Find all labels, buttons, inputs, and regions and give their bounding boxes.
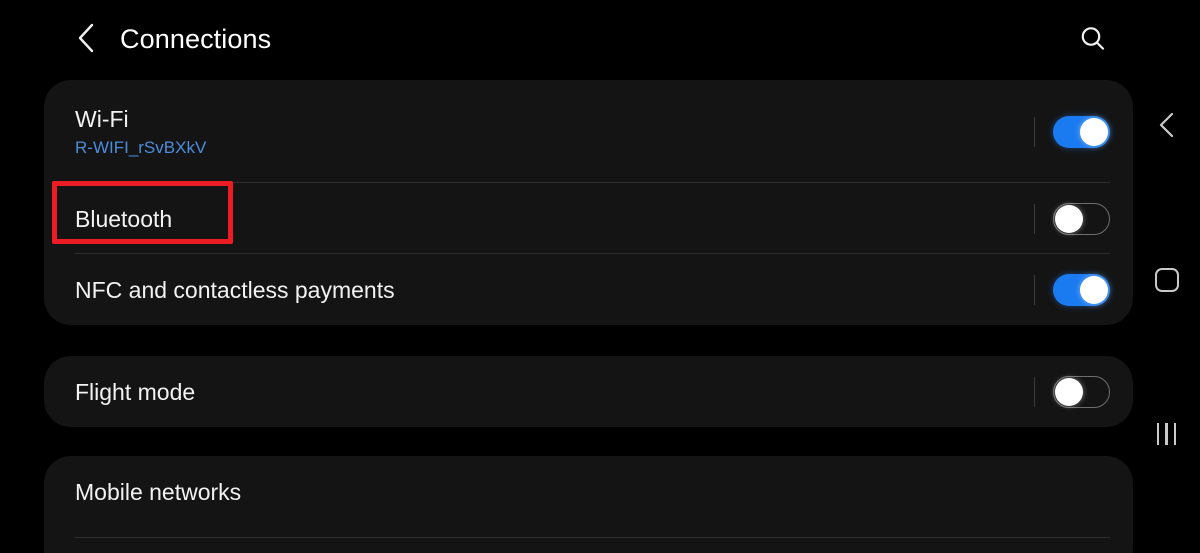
search-icon	[1081, 27, 1105, 50]
home-square-icon	[1154, 268, 1179, 292]
search-button[interactable]	[1075, 21, 1111, 57]
settings-row-nfc[interactable]: NFC and contactless payments	[44, 254, 1133, 325]
flight-mode-toggle[interactable]	[1053, 375, 1110, 408]
flight-mode-labels: Flight mode	[75, 356, 195, 427]
mobile-networks-labels: Mobile networks	[75, 456, 241, 527]
settings-row-bluetooth[interactable]: Bluetooth	[44, 183, 1133, 254]
wifi-labels: Wi-Fi R-WIFI_rSvBXkV	[75, 80, 206, 183]
settings-row-mobile-networks[interactable]: Mobile networks	[44, 456, 1133, 538]
bluetooth-labels: Bluetooth	[75, 183, 172, 254]
bluetooth-toggle[interactable]	[1053, 202, 1110, 235]
recents-bars-icon	[1156, 423, 1177, 445]
nfc-toggle-area	[1034, 254, 1110, 325]
chevron-left-icon	[78, 23, 94, 53]
wifi-toggle[interactable]	[1053, 115, 1110, 148]
toggle-knob	[1080, 117, 1108, 146]
nav-back-button[interactable]	[1133, 102, 1200, 148]
toggle-knob	[1080, 275, 1108, 304]
connections-settings-screen: Connections Wi-Fi R-WIFI_rSvBXkV Bluetoo…	[0, 0, 1200, 553]
vertical-separator	[1034, 203, 1035, 234]
bluetooth-toggle-area	[1034, 183, 1110, 254]
flight-mode-label: Flight mode	[75, 378, 196, 405]
wifi-label: Wi-Fi	[75, 106, 129, 132]
nfc-toggle[interactable]	[1053, 273, 1110, 306]
nav-recents-button[interactable]	[1133, 411, 1200, 457]
nfc-labels: NFC and contactless payments	[75, 254, 395, 325]
vertical-separator	[1034, 274, 1035, 305]
back-button[interactable]	[68, 20, 104, 56]
flight-mode-toggle-area	[1034, 356, 1110, 427]
page-title: Connections	[120, 24, 272, 54]
nav-home-button[interactable]	[1133, 257, 1200, 303]
toggle-knob	[1055, 204, 1083, 233]
row-divider	[75, 537, 1110, 538]
wifi-toggle-area	[1034, 80, 1110, 183]
primary-connections-card: Wi-Fi R-WIFI_rSvBXkV Bluetooth NFC and c…	[44, 80, 1133, 325]
mobile-networks-card: Mobile networks	[44, 456, 1133, 553]
wifi-ssid: R-WIFI_rSvBXkV	[75, 138, 207, 157]
mobile-networks-label: Mobile networks	[75, 478, 242, 505]
bluetooth-label: Bluetooth	[75, 205, 173, 232]
system-navigation-bar	[1133, 0, 1200, 553]
settings-row-flight-mode[interactable]: Flight mode	[44, 356, 1133, 427]
toggle-knob	[1055, 377, 1083, 406]
chevron-left-icon	[1159, 112, 1173, 138]
flight-mode-card: Flight mode	[44, 356, 1133, 427]
app-header: Connections	[0, 0, 1200, 80]
vertical-separator	[1034, 376, 1035, 407]
settings-row-wifi[interactable]: Wi-Fi R-WIFI_rSvBXkV	[44, 80, 1133, 183]
vertical-separator	[1034, 116, 1035, 147]
nfc-label: NFC and contactless payments	[75, 276, 395, 303]
